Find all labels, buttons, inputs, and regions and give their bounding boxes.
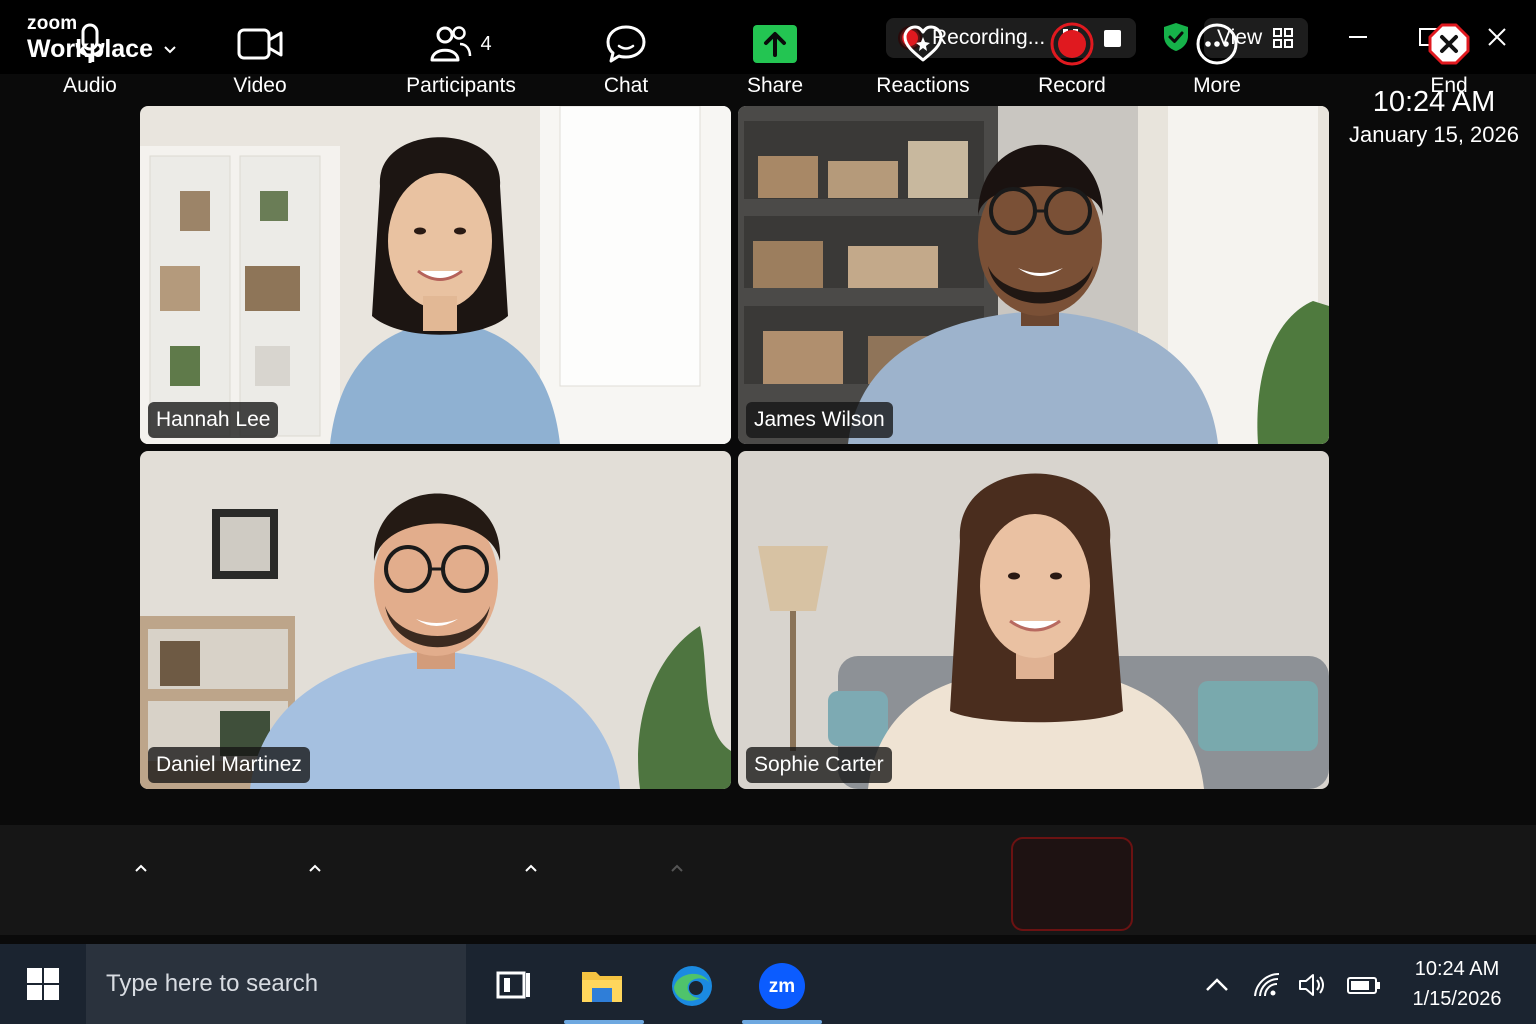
volume-icon[interactable] xyxy=(1297,970,1327,1000)
active-app-indicator xyxy=(742,1020,822,1024)
more-options-icon xyxy=(1196,23,1238,65)
edge-browser-icon[interactable] xyxy=(668,962,716,1010)
participant-video xyxy=(140,106,731,444)
minimize-icon[interactable] xyxy=(1345,24,1371,50)
video-tile-daniel-martinez[interactable]: Daniel Martinez xyxy=(140,451,731,789)
taskbar-date: 1/15/2026 xyxy=(1412,988,1502,1010)
video-camera-icon xyxy=(237,28,283,60)
zoom-app-icon[interactable]: zm xyxy=(758,962,806,1010)
close-icon[interactable] xyxy=(1484,24,1510,50)
heart-reaction-icon xyxy=(903,25,943,62)
taskbar-time: 10:24 AM xyxy=(1414,958,1500,980)
taskbar-search-input[interactable]: Type here to search xyxy=(86,944,466,1024)
record-button[interactable]: Record xyxy=(1022,0,1122,110)
chat-label: Chat xyxy=(603,74,649,97)
taskbar-clock[interactable]: 10:24 AM 1/15/2026 xyxy=(1404,954,1510,1014)
reactions-label: Reactions xyxy=(876,74,970,97)
record-label: Record xyxy=(1038,74,1106,97)
file-explorer-icon[interactable] xyxy=(578,962,626,1010)
participant-name-label: Daniel Martinez xyxy=(148,747,310,783)
video-tile-james-wilson[interactable]: James Wilson xyxy=(738,106,1329,444)
participant-name-label: Hannah Lee xyxy=(148,402,279,438)
record-icon xyxy=(1050,22,1094,66)
participant-video xyxy=(738,106,1329,444)
participant-video xyxy=(738,451,1329,789)
chat-options-chevron-up-icon[interactable] xyxy=(669,860,685,876)
participants-label: Participants xyxy=(406,74,516,97)
microphone-icon xyxy=(75,23,105,63)
record-button-highlight xyxy=(1011,837,1133,931)
end-meeting-button[interactable]: End xyxy=(1418,0,1480,110)
svg-text:zm: zm xyxy=(769,976,795,997)
active-app-indicator xyxy=(564,1020,644,1024)
windows-start-icon[interactable] xyxy=(27,968,59,1000)
chat-bubble-icon xyxy=(606,25,646,63)
reactions-button[interactable]: Reactions xyxy=(870,0,976,110)
end-label: End xyxy=(1430,74,1468,97)
video-options-chevron-up-icon[interactable] xyxy=(307,860,323,876)
audio-button[interactable]: Audio xyxy=(50,0,130,110)
end-call-icon xyxy=(1428,23,1470,65)
meeting-toolbar xyxy=(0,825,1536,935)
participants-icon xyxy=(430,26,472,62)
audio-options-chevron-up-icon[interactable] xyxy=(133,860,149,876)
more-button[interactable]: More xyxy=(1180,0,1254,110)
participants-button[interactable]: 4 Participants xyxy=(395,0,527,110)
participant-name-label: Sophie Carter xyxy=(746,747,892,783)
participant-name-label: James Wilson xyxy=(746,402,893,438)
video-tile-hannah-lee[interactable]: Hannah Lee xyxy=(140,106,731,444)
video-label: Video xyxy=(233,74,287,97)
grid-view-icon xyxy=(1273,28,1294,48)
show-hidden-icons-chevron-up-icon[interactable] xyxy=(1202,970,1232,1000)
video-button[interactable]: Video xyxy=(220,0,300,110)
participant-video xyxy=(140,451,731,789)
search-placeholder: Type here to search xyxy=(106,970,319,997)
os-taskbar: Type here to search zm 10:24 AM 1/15/202… xyxy=(0,944,1536,1024)
chat-button[interactable]: Chat xyxy=(590,0,662,110)
video-tile-sophie-carter[interactable]: Sophie Carter xyxy=(738,451,1329,789)
wifi-icon[interactable] xyxy=(1252,970,1282,1000)
share-screen-button[interactable]: Share xyxy=(735,0,815,110)
battery-icon[interactable] xyxy=(1346,970,1382,1000)
participants-count: 4 xyxy=(480,32,492,55)
participants-options-chevron-up-icon[interactable] xyxy=(523,860,539,876)
clock-date: January 15, 2026 xyxy=(1348,122,1520,147)
share-label: Share xyxy=(746,74,804,97)
audio-label: Audio xyxy=(63,74,117,97)
share-screen-icon xyxy=(753,25,797,63)
task-view-icon[interactable] xyxy=(490,962,538,1010)
more-label: More xyxy=(1193,74,1241,97)
chevron-down-icon xyxy=(164,46,176,54)
